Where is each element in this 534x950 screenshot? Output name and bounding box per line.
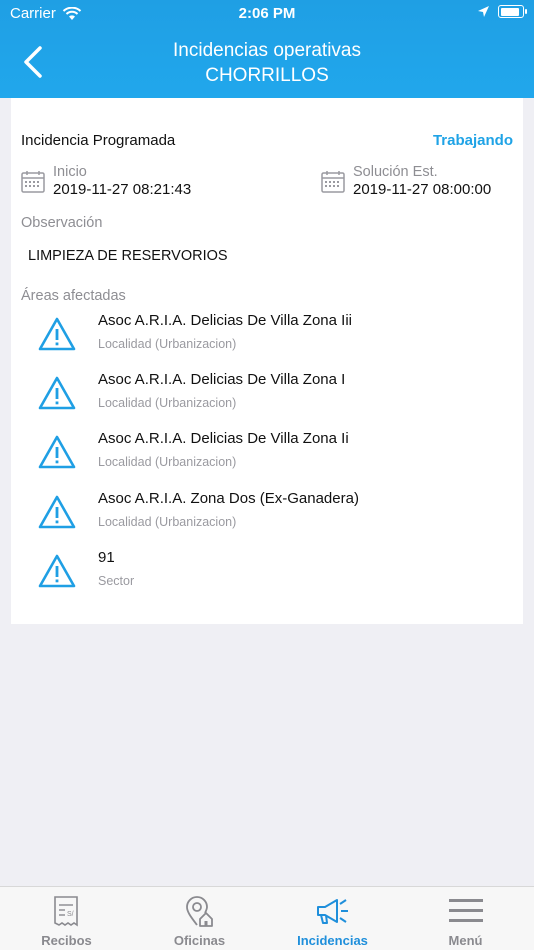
page-title: Incidencias operativas CHORRILLOS: [60, 38, 474, 88]
start-datetime: Inicio 2019-11-27 08:21:43: [21, 164, 191, 199]
receipt-icon-text: S/: [67, 911, 74, 918]
warning-icon: [38, 495, 76, 529]
battery-icon: [498, 5, 527, 18]
area-kind: Sector: [98, 574, 135, 588]
solution-value: 2019-11-27 08:00:00: [353, 181, 492, 198]
area-name: Asoc A.R.I.A. Delicias De Villa Zona I: [98, 371, 346, 388]
tab-recibos-label: Recibos: [41, 933, 92, 948]
calendar-icon: [21, 171, 45, 193]
tab-menu[interactable]: Menú: [399, 887, 532, 950]
app-header: Carrier 2:06 PM Incidencias operativas C…: [0, 0, 534, 98]
affected-area-item: Asoc A.R.I.A. Delicias De Villa Zona Iii…: [37, 312, 507, 362]
tab-oficinas-label: Oficinas: [173, 933, 226, 948]
tab-bar: S/ Recibos Oficinas Incidencias Menú: [0, 886, 534, 950]
tab-oficinas[interactable]: Oficinas: [133, 887, 266, 950]
affected-area-item: Asoc A.R.I.A. Zona Dos (Ex-Ganadera) Loca…: [37, 490, 507, 540]
warning-icon: [38, 376, 76, 410]
affected-area-item: 91 Sector: [37, 549, 507, 599]
incident-status: Trabajando: [432, 132, 513, 149]
area-kind: Localidad (Urbanizacion): [98, 455, 237, 469]
status-time: 2:06 PM: [238, 5, 296, 22]
megaphone-icon: [316, 899, 348, 924]
area-name: 91: [98, 549, 115, 566]
back-button[interactable]: [20, 44, 46, 80]
start-value: 2019-11-27 08:21:43: [53, 181, 192, 198]
menu-icon: [448, 899, 483, 922]
status-bar: Carrier 2:06 PM: [0, 0, 534, 28]
start-label: Inicio: [53, 164, 87, 180]
affected-area-item: Asoc A.R.I.A. Delicias De Villa Zona I Lo…: [37, 371, 507, 421]
office-location-icon: [185, 896, 213, 927]
incident-header: Incidencia Programada Trabajando: [21, 132, 513, 149]
tab-incidencias[interactable]: Incidencias: [266, 887, 399, 950]
tab-recibos[interactable]: S/ Recibos: [0, 887, 133, 950]
receipt-icon: S/: [53, 896, 78, 927]
area-name: Asoc A.R.I.A. Delicias De Villa Zona Iii: [98, 312, 352, 329]
area-name: Asoc A.R.I.A. Zona Dos (Ex-Ganadera): [98, 490, 359, 507]
incident-card: Incidencia Programada Trabajando Inicio …: [11, 98, 523, 624]
warning-icon: [38, 554, 76, 588]
observation-value: LIMPIEZA DE RESERVORIOS: [28, 248, 228, 264]
tab-menu-label: Menú: [448, 933, 483, 948]
page-title-line1: Incidencias operativas: [173, 40, 361, 61]
warning-icon: [38, 435, 76, 469]
estimated-solution-datetime: Solución Est. 2019-11-27 08:00:00: [321, 164, 491, 199]
affected-area-item: Asoc A.R.I.A. Delicias De Villa Zona Ii L…: [37, 430, 507, 480]
page-title-line2: CHORRILLOS: [205, 65, 329, 86]
location-arrow-icon: [478, 6, 489, 17]
warning-icon: [38, 317, 76, 351]
area-kind: Localidad (Urbanizacion): [98, 337, 237, 351]
affected-areas-label: Áreas afectadas: [21, 288, 126, 304]
incident-type: Incidencia Programada: [21, 132, 176, 149]
tab-incidencias-label: Incidencias: [297, 933, 368, 948]
solution-label: Solución Est.: [353, 164, 438, 180]
observation-label: Observación: [21, 215, 103, 231]
area-kind: Localidad (Urbanizacion): [98, 396, 237, 410]
status-right: [477, 5, 527, 18]
calendar-icon: [321, 171, 345, 193]
area-kind: Localidad (Urbanizacion): [98, 515, 237, 529]
area-name: Asoc A.R.I.A. Delicias De Villa Zona Ii: [98, 430, 349, 447]
